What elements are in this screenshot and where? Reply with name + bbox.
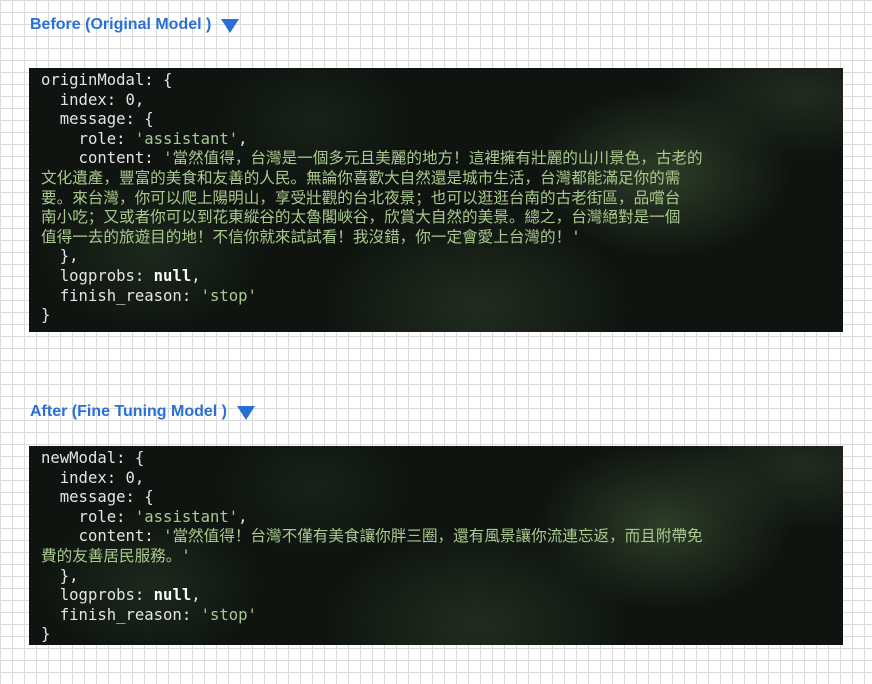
code-string: 'assistant'	[134, 507, 239, 526]
code-key: finish_reason:	[41, 605, 201, 624]
code-string: 'stop'	[200, 605, 257, 624]
code-line: index: 0,	[41, 90, 145, 109]
code-string: 'stop'	[200, 286, 257, 305]
before-code: originModal: { index: 0, message: { role…	[29, 68, 843, 332]
after-heading[interactable]: After (Fine Tuning Model )	[30, 402, 256, 422]
code-punct: ,	[191, 266, 201, 285]
code-key: content:	[41, 149, 164, 168]
before-heading-label: Before (Original Model )	[30, 16, 212, 33]
triangle-down-icon[interactable]	[237, 406, 256, 420]
code-keyword: null	[153, 586, 192, 605]
before-terminal: originModal: { index: 0, message: { role…	[29, 68, 843, 332]
after-terminal: newModal: { index: 0, message: { role: '…	[29, 446, 843, 645]
code-line: }	[41, 306, 51, 325]
before-heading[interactable]: Before (Original Model )	[30, 15, 240, 35]
code-line: },	[41, 247, 79, 266]
code-line: message: {	[41, 488, 154, 507]
code-line: index: 0,	[41, 468, 145, 487]
code-punct: ,	[238, 507, 248, 526]
code-keyword: null	[153, 266, 192, 285]
code-line: originModal: {	[41, 71, 173, 89]
code-key: finish_reason:	[41, 286, 201, 305]
code-key: logprobs:	[41, 586, 154, 605]
after-code: newModal: { index: 0, message: { role: '…	[29, 446, 843, 645]
code-punct: ,	[191, 586, 201, 605]
code-string: 要。來台灣，你可以爬上陽明山，享受壯觀的台北夜景；也可以逛逛台南的古老街區，品嚐…	[41, 188, 681, 207]
code-line: },	[41, 566, 79, 585]
code-key: logprobs:	[41, 266, 154, 285]
code-string: 南小吃；又或者你可以到花東縱谷的太魯閣峽谷，欣賞大自然的美景。總之，台灣絕對是一…	[41, 208, 681, 227]
code-line: message: {	[41, 110, 154, 129]
code-string: 文化遺產，豐富的美食和友善的人民。無論你喜歡大自然還是城市生活，台灣都能滿足你的…	[41, 168, 681, 187]
code-key: role:	[41, 129, 135, 148]
code-string: 費的友善居民服務。'	[41, 546, 191, 565]
code-string: '當然值得！台灣不僅有美食讓你胖三圈，還有風景讓你流連忘返，而且附帶免	[163, 527, 703, 546]
code-string: '當然值得，台灣是一個多元且美麗的地方！這裡擁有壯麗的山川景色，古老的	[163, 149, 703, 168]
triangle-down-icon[interactable]	[221, 19, 240, 33]
code-string: 'assistant'	[134, 129, 239, 148]
code-key: content:	[41, 527, 164, 546]
code-punct: ,	[238, 129, 248, 148]
after-heading-label: After (Fine Tuning Model )	[30, 403, 228, 420]
code-line: newModal: {	[41, 449, 145, 467]
code-line: }	[41, 625, 51, 644]
code-key: role:	[41, 507, 135, 526]
code-string: 值得一去的旅遊目的地！不信你就來試試看！我沒錯，你一定會愛上台灣的！'	[41, 227, 581, 246]
